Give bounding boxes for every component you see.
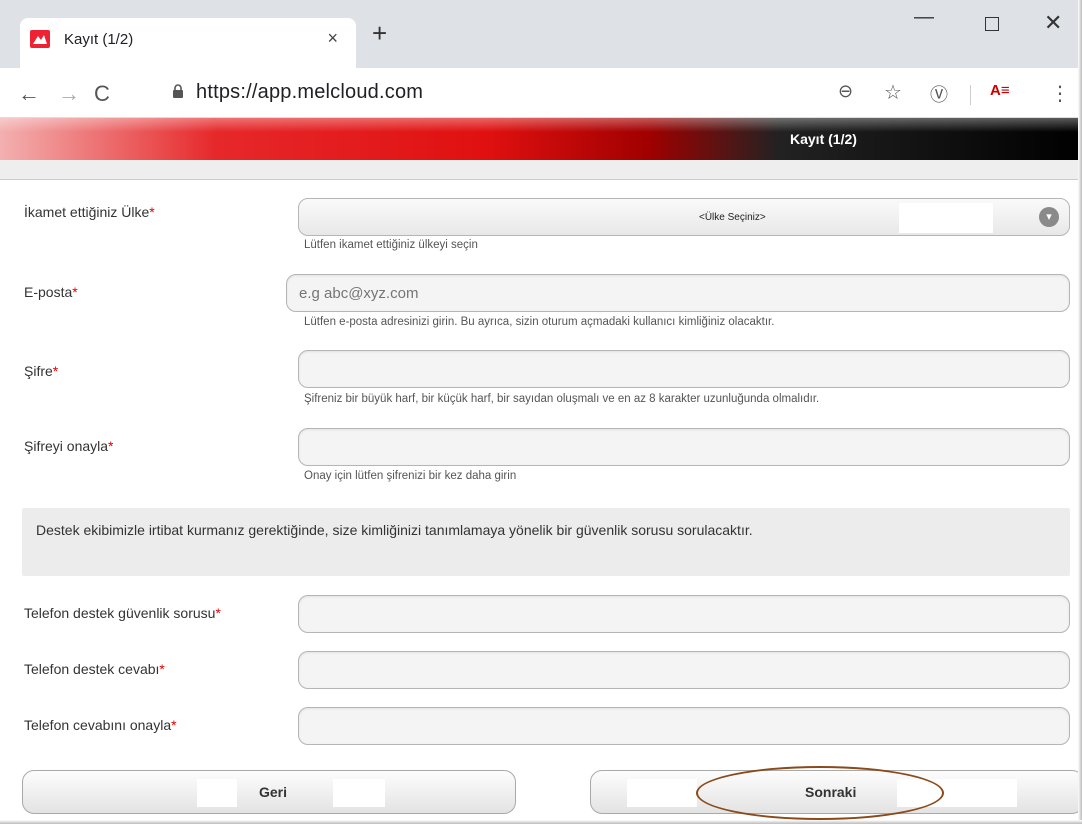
frame-shadow-right [1078, 0, 1082, 824]
security-answer-input[interactable] [299, 652, 1069, 688]
browser-toolbar: ← → C https://app.melcloud.com ⊖ ☆ Ⓥ A≡ … [0, 68, 1082, 118]
zoom-icon[interactable]: ⊖ [838, 81, 853, 102]
security-info-panel: Destek ekibimizle irtibat kurmanız gerek… [22, 508, 1070, 576]
browser-menu-icon[interactable]: ⋮ [1050, 81, 1070, 106]
frame-shadow-bottom [0, 820, 1082, 824]
password-confirm-field[interactable] [298, 428, 1070, 466]
window-close-icon[interactable]: ✕ [1044, 10, 1062, 36]
next-button[interactable]: Sonraki [590, 770, 1082, 814]
bookmark-star-icon[interactable]: ☆ [884, 80, 902, 105]
back-arrow-icon[interactable]: ← [18, 81, 40, 107]
security-answer-confirm-label: Telefon cevabını onayla* [24, 717, 177, 733]
extension-logo-icon[interactable]: A≡ [990, 82, 1010, 99]
extension-v-icon[interactable]: Ⓥ [930, 81, 948, 107]
password-confirm-input[interactable] [299, 429, 1069, 465]
chevron-down-icon[interactable]: ▾ [1039, 207, 1059, 227]
address-bar-url[interactable]: https://app.melcloud.com [196, 81, 423, 104]
country-select[interactable]: <Ülke Seçiniz> ▾ [298, 198, 1070, 236]
password-field[interactable] [298, 350, 1070, 388]
app-header: Kayıt (1/2) [0, 118, 1082, 160]
email-hint: Lütfen e-posta adresinizi girin. Bu ayrı… [304, 316, 775, 328]
password-confirm-label: Şifreyi onayla* [24, 438, 114, 454]
password-hint: Şifreniz bir büyük harf, bir küçük harf,… [304, 393, 820, 405]
security-info-text: Destek ekibimizle irtibat kurmanız gerek… [36, 522, 753, 538]
button-blank-area [627, 779, 697, 807]
button-blank-area [897, 779, 1017, 807]
select-blank-area [899, 203, 993, 233]
lock-icon [173, 84, 183, 98]
window-maximize-icon[interactable] [985, 17, 999, 31]
security-answer-field[interactable] [298, 651, 1070, 689]
country-label: İkamet ettiğiniz Ülke* [24, 204, 155, 220]
new-tab-icon[interactable]: + [372, 20, 387, 46]
melcloud-favicon-icon [30, 30, 50, 48]
security-question-field[interactable] [298, 595, 1070, 633]
password-input[interactable] [299, 351, 1069, 387]
email-field[interactable] [286, 274, 1070, 312]
tab-title: Kayıt (1/2) [64, 31, 134, 48]
reload-icon[interactable]: C [94, 81, 110, 107]
security-answer-confirm-field[interactable] [298, 707, 1070, 745]
security-question-input[interactable] [299, 596, 1069, 632]
window-minimize-icon[interactable]: — [914, 6, 934, 29]
email-input[interactable] [287, 275, 1069, 311]
country-hint: Lütfen ikamet ettiğiniz ülkeyi seçin [304, 239, 478, 251]
password-label: Şifre* [24, 363, 59, 379]
next-button-label: Sonraki [805, 784, 857, 800]
security-answer-confirm-input[interactable] [299, 708, 1069, 744]
back-button[interactable]: Geri [22, 770, 516, 814]
email-label: E-posta* [24, 284, 78, 300]
app-subbar [0, 160, 1082, 180]
browser-titlebar: Kayıt (1/2) × + — ✕ [0, 0, 1082, 68]
country-select-value: <Ülke Seçiniz> [699, 212, 766, 223]
security-answer-label: Telefon destek cevabı* [24, 661, 165, 677]
security-question-label: Telefon destek güvenlik sorusu* [24, 605, 221, 621]
button-blank-area [333, 779, 385, 807]
forward-arrow-icon[interactable]: → [58, 81, 80, 107]
button-blank-area [197, 779, 237, 807]
registration-form: İkamet ettiğiniz Ülke* <Ülke Seçiniz> ▾ … [0, 180, 1082, 824]
page-title: Kayıt (1/2) [790, 131, 857, 147]
back-button-label: Geri [259, 784, 288, 800]
browser-tab[interactable]: Kayıt (1/2) × [20, 18, 356, 68]
toolbar-divider [970, 85, 971, 105]
tab-close-icon[interactable]: × [327, 28, 338, 49]
password-confirm-hint: Onay için lütfen şifrenizi bir kez daha … [304, 470, 517, 482]
